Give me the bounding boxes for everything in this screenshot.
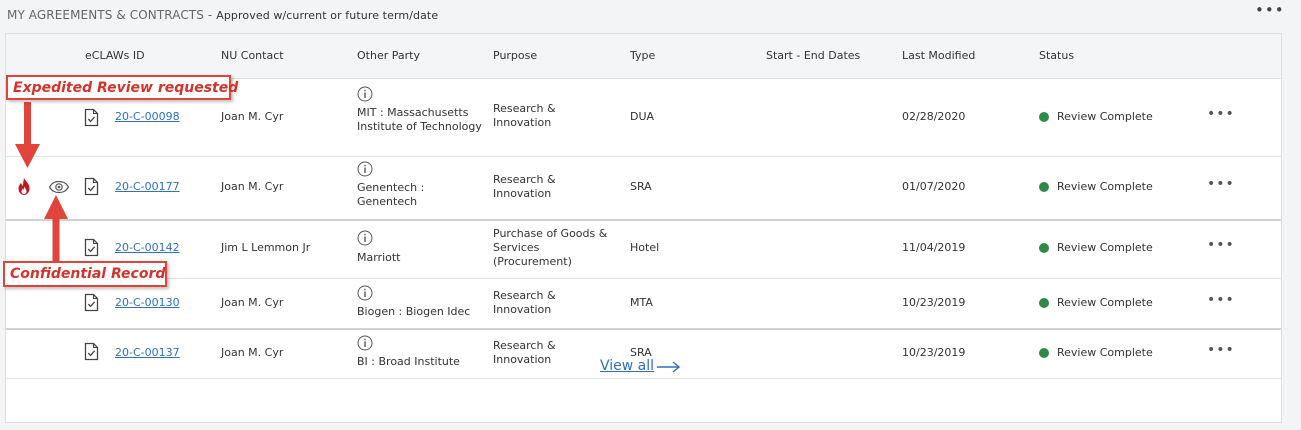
other-party: BI : Broad Institute [357,355,460,368]
row-actions-more-icon[interactable]: ••• [1207,106,1235,122]
agreement-type: Hotel [630,241,660,254]
document-check-icon [84,293,99,312]
column-header-type[interactable]: Type [630,49,655,62]
info-icon[interactable] [357,285,373,301]
eclaws-id-link[interactable]: 20-C-00142 [115,241,180,254]
purpose: Research & Innovation [493,173,556,200]
row-actions-more-icon[interactable]: ••• [1207,292,1235,308]
other-party: Genentech : Genentech [357,181,425,208]
title-separator: - [203,8,217,22]
column-header-purpose[interactable]: Purpose [493,49,537,62]
info-icon[interactable] [357,230,373,246]
other-party: Marriott [357,251,401,264]
status-dot-icon [1039,348,1049,358]
status-text: Review Complete [1057,110,1153,123]
table-row: 20-C-00130 Joan M. Cyr Biogen : Biogen I… [6,278,1281,330]
nu-contact: Joan M. Cyr [221,346,284,359]
agreement-type: MTA [630,296,653,309]
status-dot-icon [1039,182,1049,192]
nu-contact: Joan M. Cyr [221,180,284,193]
flame-icon [18,178,30,195]
last-modified: 01/07/2020 [902,180,966,193]
status-text: Review Complete [1057,180,1153,193]
arrow-right-icon[interactable] [656,361,682,373]
info-icon[interactable] [357,335,373,351]
section-subtitle: Approved w/current or future term/date [216,9,439,22]
purpose: Research & Innovation [493,102,556,129]
document-check-icon [84,342,99,361]
eye-icon [48,180,70,194]
document-check-icon [84,108,99,127]
confidential-record-callout: Confidential Record [3,261,167,287]
last-modified: 10/23/2019 [902,296,966,309]
section-title: MY AGREEMENTS & CONTRACTS - Approved w/c… [7,8,438,22]
last-modified: 02/28/2020 [902,110,966,123]
nu-contact: Joan M. Cyr [221,296,284,309]
row-actions-more-icon[interactable]: ••• [1207,237,1235,253]
nu-contact: Jim L Lemmon Jr [221,241,311,254]
table-header: eCLAWs ID NU Contact Other Party Purpose… [6,34,1281,79]
section-title-text: MY AGREEMENTS & CONTRACTS [7,8,204,22]
other-party: MIT : Massachusetts Institute of Technol… [357,106,482,133]
last-modified: 11/04/2019 [902,241,966,254]
last-modified: 10/23/2019 [902,346,966,359]
status-dot-icon [1039,243,1049,253]
column-header-other-party[interactable]: Other Party [357,49,420,62]
info-icon[interactable] [357,86,373,102]
column-header-eclaws-id[interactable]: eCLAWs ID [85,49,145,62]
document-check-icon [84,238,99,257]
status-text: Review Complete [1057,346,1153,359]
eclaws-id-link[interactable]: 20-C-00098 [115,110,180,123]
section-header: MY AGREEMENTS & CONTRACTS - Approved w/c… [0,0,1301,32]
eclaws-id-link[interactable]: 20-C-00177 [115,180,180,193]
column-header-nu-contact[interactable]: NU Contact [221,49,284,62]
other-party: Biogen : Biogen Idec [357,305,471,318]
info-icon[interactable] [357,161,373,177]
row-actions-more-icon[interactable]: ••• [1207,176,1235,192]
purpose: Research & Innovation [493,339,556,366]
status-dot-icon [1039,298,1049,308]
eclaws-id-link[interactable]: 20-C-00137 [115,346,180,359]
document-check-icon [84,177,99,196]
table-row: 20-C-00177 Joan M. Cyr Genentech : Genen… [6,156,1281,221]
table-row: 20-C-00142 Jim L Lemmon Jr Marriott Purc… [6,219,1281,279]
row-actions-more-icon[interactable]: ••• [1207,342,1235,358]
column-header-last-modified[interactable]: Last Modified [902,49,975,62]
column-header-start-end-dates[interactable]: Start - End Dates [766,49,860,62]
agreement-type: DUA [630,110,655,123]
status-dot-icon [1039,112,1049,122]
view-all-link[interactable]: View all [600,358,654,374]
nu-contact: Joan M. Cyr [221,110,284,123]
column-header-status[interactable]: Status [1039,49,1074,62]
purpose: Purchase of Goods & Services (Procuremen… [493,227,608,268]
expedited-review-callout: Expedited Review requested [6,75,238,100]
eclaws-id-link[interactable]: 20-C-00130 [115,296,180,309]
agreement-type: SRA [630,180,652,193]
purpose: Research & Innovation [493,289,556,316]
more-options-icon[interactable]: ••• [1255,1,1285,19]
status-text: Review Complete [1057,241,1153,254]
status-text: Review Complete [1057,296,1153,309]
